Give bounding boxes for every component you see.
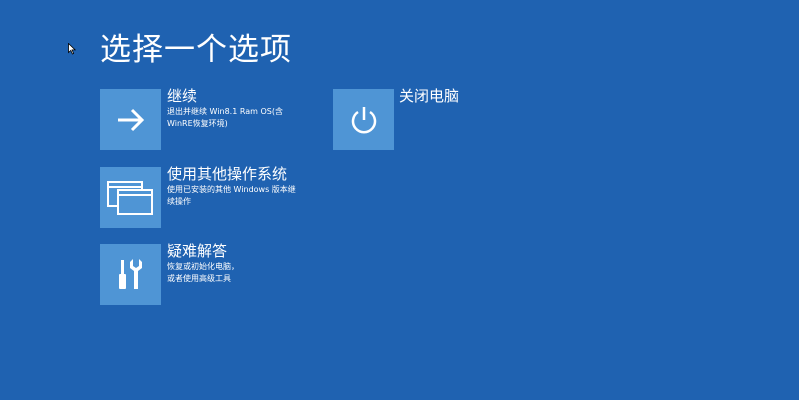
continue-description-line2: WinRE恢复环境)	[167, 119, 228, 128]
troubleshoot-description-line2: 或者使用高级工具	[167, 274, 231, 283]
use-another-os-description-line2: 续操作	[167, 197, 191, 206]
continue-tile[interactable]	[100, 89, 161, 150]
windows-icon	[106, 180, 153, 215]
continue-title[interactable]: 继续	[167, 87, 197, 105]
shutdown-title[interactable]: 关闭电脑	[399, 87, 459, 105]
page-title: 选择一个选项	[100, 32, 292, 68]
continue-description: 退出并继续 Win8.1 Ram OS(含 WinRE恢复环境)	[167, 106, 297, 130]
mouse-cursor-icon	[68, 43, 76, 55]
continue-description-line1: 退出并继续 Win8.1 Ram OS(含	[167, 107, 283, 116]
arrow-right-icon	[117, 108, 144, 131]
troubleshoot-title[interactable]: 疑难解答	[167, 242, 227, 260]
tools-icon	[118, 258, 142, 289]
troubleshoot-tile[interactable]	[100, 244, 161, 305]
use-another-os-tile[interactable]	[100, 167, 161, 228]
troubleshoot-description: 恢复或初始化电脑， 或者使用高级工具	[167, 261, 297, 285]
use-another-os-description: 使用已安装的其他 Windows 版本继 续操作	[167, 184, 297, 208]
use-another-os-title[interactable]: 使用其他操作系统	[167, 165, 287, 183]
use-another-os-description-line1: 使用已安装的其他 Windows 版本继	[167, 185, 296, 194]
troubleshoot-description-line1: 恢复或初始化电脑，	[167, 262, 239, 271]
shutdown-tile[interactable]	[333, 89, 394, 150]
power-icon	[351, 106, 376, 133]
